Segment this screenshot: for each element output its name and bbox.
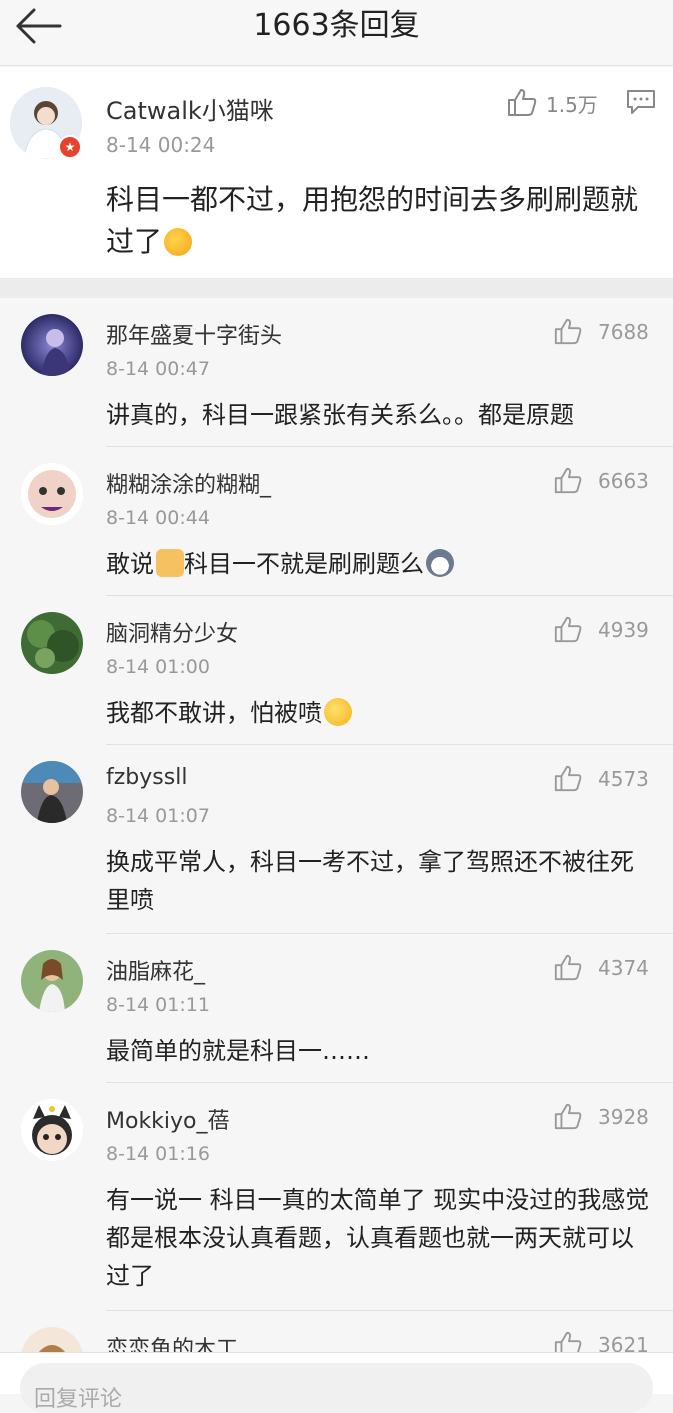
- like-count: 4374: [598, 956, 649, 980]
- reply-text: 有一说一 科目一真的太简单了 现实中没过的我感觉都是根本没认真看题，认真看题也就…: [106, 1186, 650, 1290]
- thumbs-up-icon[interactable]: [553, 763, 583, 793]
- page-title: 1663条回复: [253, 8, 420, 43]
- list-item: 糊糊涂涂的糊糊_ 8-14 00:44 6663 敢说 科目一不就是刷刷题么: [0, 447, 673, 596]
- reply-input-placeholder: 回复评论: [34, 1387, 123, 1412]
- thumbs-up-icon[interactable]: [553, 614, 583, 644]
- avatar-image: [21, 463, 83, 525]
- reply-username[interactable]: Mokkiyo_蓓: [106, 1103, 230, 1135]
- list-item: fzbyssll 8-14 01:07 4573 换成平常人，科目一考不过，拿了…: [0, 745, 673, 934]
- reply-text: 换成平常人，科目一考不过，拿了驾照还不被往死里喷: [106, 848, 634, 914]
- drooling-emoji-icon: [164, 228, 193, 256]
- thumbs-up-icon[interactable]: [553, 952, 583, 982]
- reply-username[interactable]: fzbyssll: [106, 765, 187, 790]
- like-count: 7688: [598, 320, 649, 344]
- avatar[interactable]: [21, 761, 83, 823]
- thumbs-up-icon[interactable]: [553, 316, 583, 346]
- list-item: Mokkiyo_蓓 8-14 01:16 3928 有一说一 科目一真的太简单了…: [0, 1083, 673, 1311]
- comment-reply-icon[interactable]: [626, 89, 656, 115]
- like-count: 1.5万: [546, 93, 598, 117]
- like-count: 4939: [598, 618, 649, 642]
- main-comment: ★ Catwalk小猫咪 8-14 00:24 1.5万 科目一都不过，用抱怨的…: [0, 67, 673, 278]
- reply-list: 那年盛夏十字街头 8-14 00:47 7688 讲真的，科目一跟紧张有关系么。…: [0, 298, 673, 1358]
- list-item: 脑洞精分少女 8-14 01:00 4939 我都不敢讲，怕被喷: [0, 596, 673, 745]
- reply-time: 8-14 00:44: [106, 507, 210, 529]
- top-bar: 1663条回复: [0, 0, 673, 66]
- list-item: 那年盛夏十字街头 8-14 00:47 7688 讲真的，科目一跟紧张有关系么。…: [0, 298, 673, 447]
- reply-time: 8-14 01:11: [106, 994, 210, 1016]
- reply-time: 8-14 00:47: [106, 358, 210, 380]
- comment-time: 8-14 00:24: [106, 133, 216, 157]
- reply-text: 我都不敢讲，怕被喷: [106, 694, 651, 732]
- avatar-image: [21, 950, 83, 1012]
- reply-text-content: 我都不敢讲，怕被喷: [106, 699, 322, 727]
- like-count: 6663: [598, 469, 649, 493]
- section-divider: [0, 278, 673, 298]
- reply-text: 最简单的就是科目一……: [106, 1037, 370, 1065]
- list-item: 恋恋鱼的木工 3621: [0, 1311, 673, 1358]
- avatar[interactable]: [21, 1099, 83, 1161]
- reply-time: 8-14 01:07: [106, 805, 210, 827]
- laughing-tears-emoji-icon: [324, 698, 352, 726]
- comment-username[interactable]: Catwalk小猫咪: [106, 91, 274, 126]
- reply-text: 讲真的，科目一跟紧张有关系么。。都是原题: [106, 401, 574, 429]
- thumbs-up-emoji-icon: [156, 549, 184, 577]
- list-item: 油脂麻花_ 8-14 01:11 4374 最简单的就是科目一……: [0, 934, 673, 1083]
- reply-input-bar: 回复评论: [0, 1352, 673, 1413]
- like-count: 3928: [598, 1105, 649, 1129]
- reply-username[interactable]: 糊糊涂涂的糊糊_: [106, 467, 271, 499]
- reply-text: 敢说 科目一不就是刷刷题么: [106, 545, 651, 583]
- reply-input[interactable]: 回复评论: [20, 1363, 653, 1413]
- reply-username[interactable]: 那年盛夏十字街头: [106, 318, 282, 350]
- avatar-image: [21, 1099, 83, 1161]
- verified-badge-icon: ★: [58, 135, 82, 159]
- thumbs-up-icon[interactable]: [506, 87, 538, 117]
- avatar-image: [21, 612, 83, 674]
- reply-text-part: 敢说: [106, 550, 154, 578]
- thumbs-up-icon[interactable]: [553, 1101, 583, 1131]
- thumbs-up-icon[interactable]: [553, 465, 583, 495]
- reply-time: 8-14 01:16: [106, 1143, 210, 1165]
- reply-text-part: 科目一不就是刷刷题么: [184, 550, 424, 578]
- reply-time: 8-14 01:00: [106, 656, 210, 678]
- avatar-image: [21, 314, 83, 376]
- avatar[interactable]: [21, 950, 83, 1012]
- reply-username[interactable]: 脑洞精分少女: [106, 616, 238, 648]
- reply-username[interactable]: 油脂麻花_: [106, 954, 205, 986]
- husky-emoji-icon: [426, 549, 454, 577]
- avatar[interactable]: [21, 463, 83, 525]
- like-count: 4573: [598, 767, 649, 791]
- comment-text: 科目一都不过，用抱怨的时间去多刷刷题就过了: [106, 179, 646, 263]
- avatar-image: [21, 761, 83, 823]
- avatar[interactable]: [21, 314, 83, 376]
- avatar[interactable]: [21, 612, 83, 674]
